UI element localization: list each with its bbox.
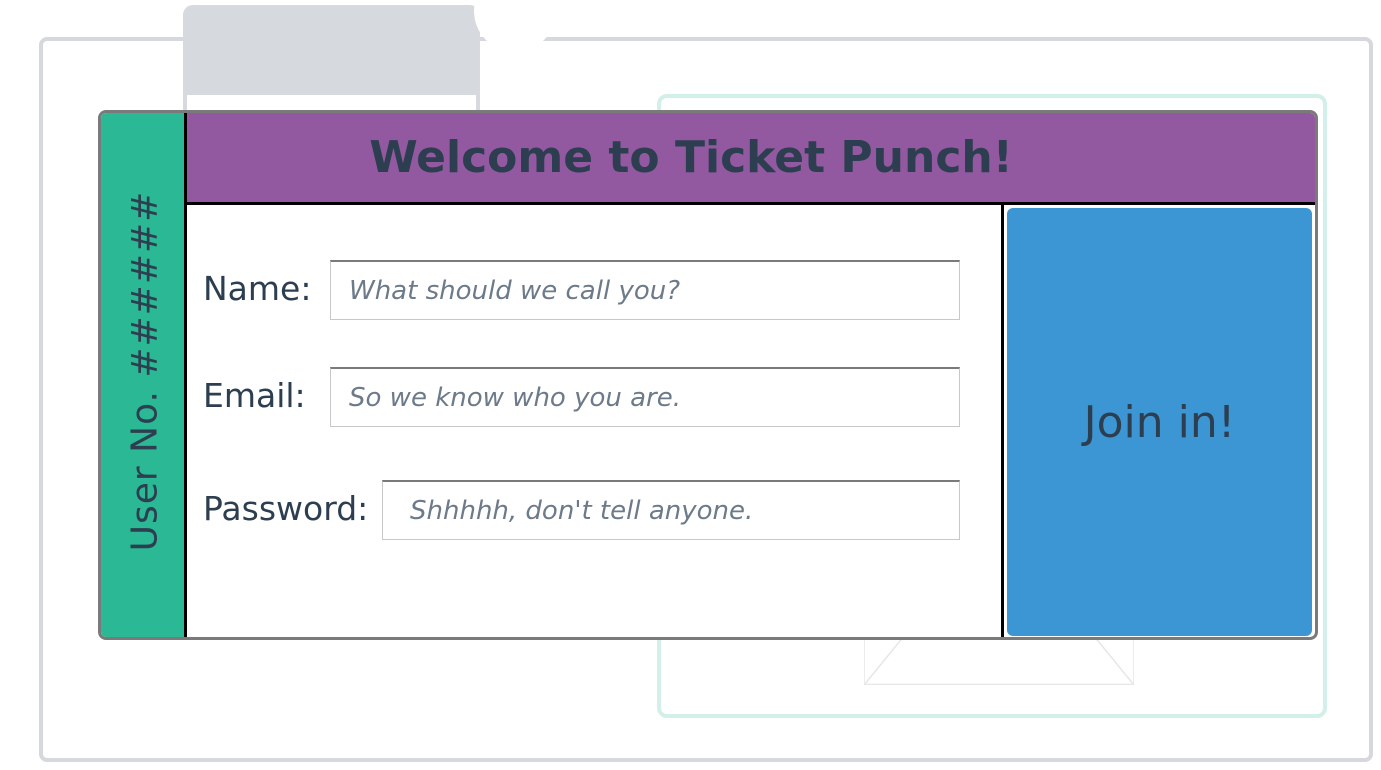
- password-label: Password:: [203, 489, 369, 528]
- email-input[interactable]: [330, 367, 960, 427]
- user-number-label: User No. ######: [124, 190, 166, 552]
- page-title: Welcome to Ticket Punch!: [369, 132, 1013, 183]
- name-label: Name:: [203, 269, 312, 308]
- join-button[interactable]: Join in!: [1007, 208, 1312, 636]
- background-ticket-stand: [864, 636, 1134, 685]
- password-input[interactable]: [382, 480, 960, 540]
- ticket-header: Welcome to Ticket Punch!: [187, 113, 1315, 205]
- signup-form: Name: Email: Password:: [187, 205, 1004, 637]
- email-label: Email:: [203, 376, 306, 415]
- signup-ticket: User No. ###### Welcome to Ticket Punch!…: [98, 110, 1318, 640]
- name-input[interactable]: [330, 260, 960, 320]
- ticket-stub: User No. ######: [101, 113, 187, 637]
